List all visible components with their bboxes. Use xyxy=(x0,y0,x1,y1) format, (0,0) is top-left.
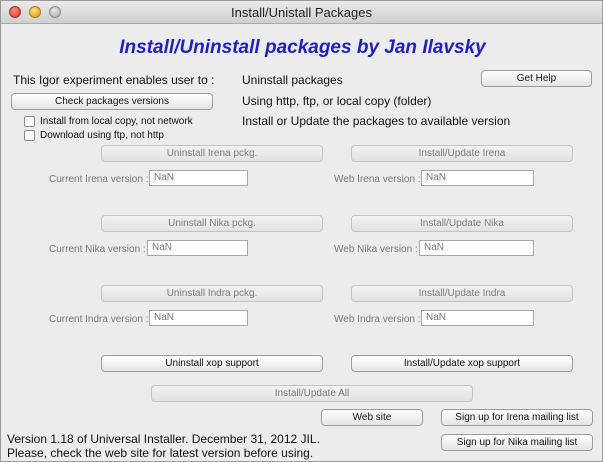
install-irena-button[interactable]: Install/Update Irena xyxy=(351,145,573,162)
web-site-button[interactable]: Web site xyxy=(321,409,423,426)
uninstall-irena-button[interactable]: Uninstall Irena pckg. xyxy=(101,145,323,162)
install-indra-button[interactable]: Install/Update Indra xyxy=(351,285,573,302)
uninstall-indra-button[interactable]: Uninstall Indra pckg. xyxy=(101,285,323,302)
current-indra-field[interactable]: NaN xyxy=(149,310,248,326)
window-title: Install/Unistall Packages xyxy=(231,5,372,20)
page-heading: Install/Uninstall packages by Jan Ilavsk… xyxy=(119,37,486,58)
check-versions-button[interactable]: Check packages versions xyxy=(11,93,213,110)
signup-nika-button[interactable]: Sign up for Nika mailing list xyxy=(441,434,593,451)
current-nika-label: Current Nika version : xyxy=(49,244,146,255)
web-nika-label: Web Nika version : xyxy=(334,244,418,255)
current-irena-field[interactable]: NaN xyxy=(149,170,248,186)
install-nika-button[interactable]: Install/Update Nika xyxy=(351,215,573,232)
current-irena-label: Current Irena version : xyxy=(49,174,149,185)
web-indra-label: Web Indra version : xyxy=(334,314,421,325)
ftp-label: Download using ftp, not http xyxy=(40,130,164,141)
feature-sources: Using http, ftp, or local copy (folder) xyxy=(242,94,432,108)
get-help-button[interactable]: Get Help xyxy=(481,70,592,87)
footer-note: Please, check the web site for latest ve… xyxy=(7,446,314,460)
uninstall-xop-button[interactable]: Uninstall xop support xyxy=(101,355,323,372)
current-nika-field[interactable]: NaN xyxy=(147,240,248,256)
feature-install: Install or Update the packages to availa… xyxy=(242,114,511,128)
install-all-button[interactable]: Install/Update All xyxy=(151,385,473,402)
local-copy-checkbox[interactable] xyxy=(24,116,35,127)
web-indra-field[interactable]: NaN xyxy=(421,310,534,326)
web-nika-field[interactable]: NaN xyxy=(419,240,534,256)
web-irena-field[interactable]: NaN xyxy=(421,170,534,186)
feature-uninstall: Uninstall packages xyxy=(242,73,343,87)
current-indra-label: Current Indra version : xyxy=(49,314,149,325)
installer-window: Install/Unistall Packages Install/Uninst… xyxy=(0,0,603,462)
title-bar[interactable]: Install/Unistall Packages xyxy=(1,1,602,24)
intro-text: This Igor experiment enables user to : xyxy=(13,73,215,87)
footer-version: Version 1.18 of Universal Installer. Dec… xyxy=(7,432,320,446)
install-xop-button[interactable]: Install/Update xop support xyxy=(351,355,573,372)
ftp-checkbox[interactable] xyxy=(24,130,35,141)
uninstall-nika-button[interactable]: Uninstall Nika pckg. xyxy=(101,215,323,232)
signup-irena-button[interactable]: Sign up for Irena mailing list xyxy=(441,409,593,426)
web-irena-label: Web Irena version : xyxy=(334,174,421,185)
local-copy-label: Install from local copy, not network xyxy=(40,116,193,127)
